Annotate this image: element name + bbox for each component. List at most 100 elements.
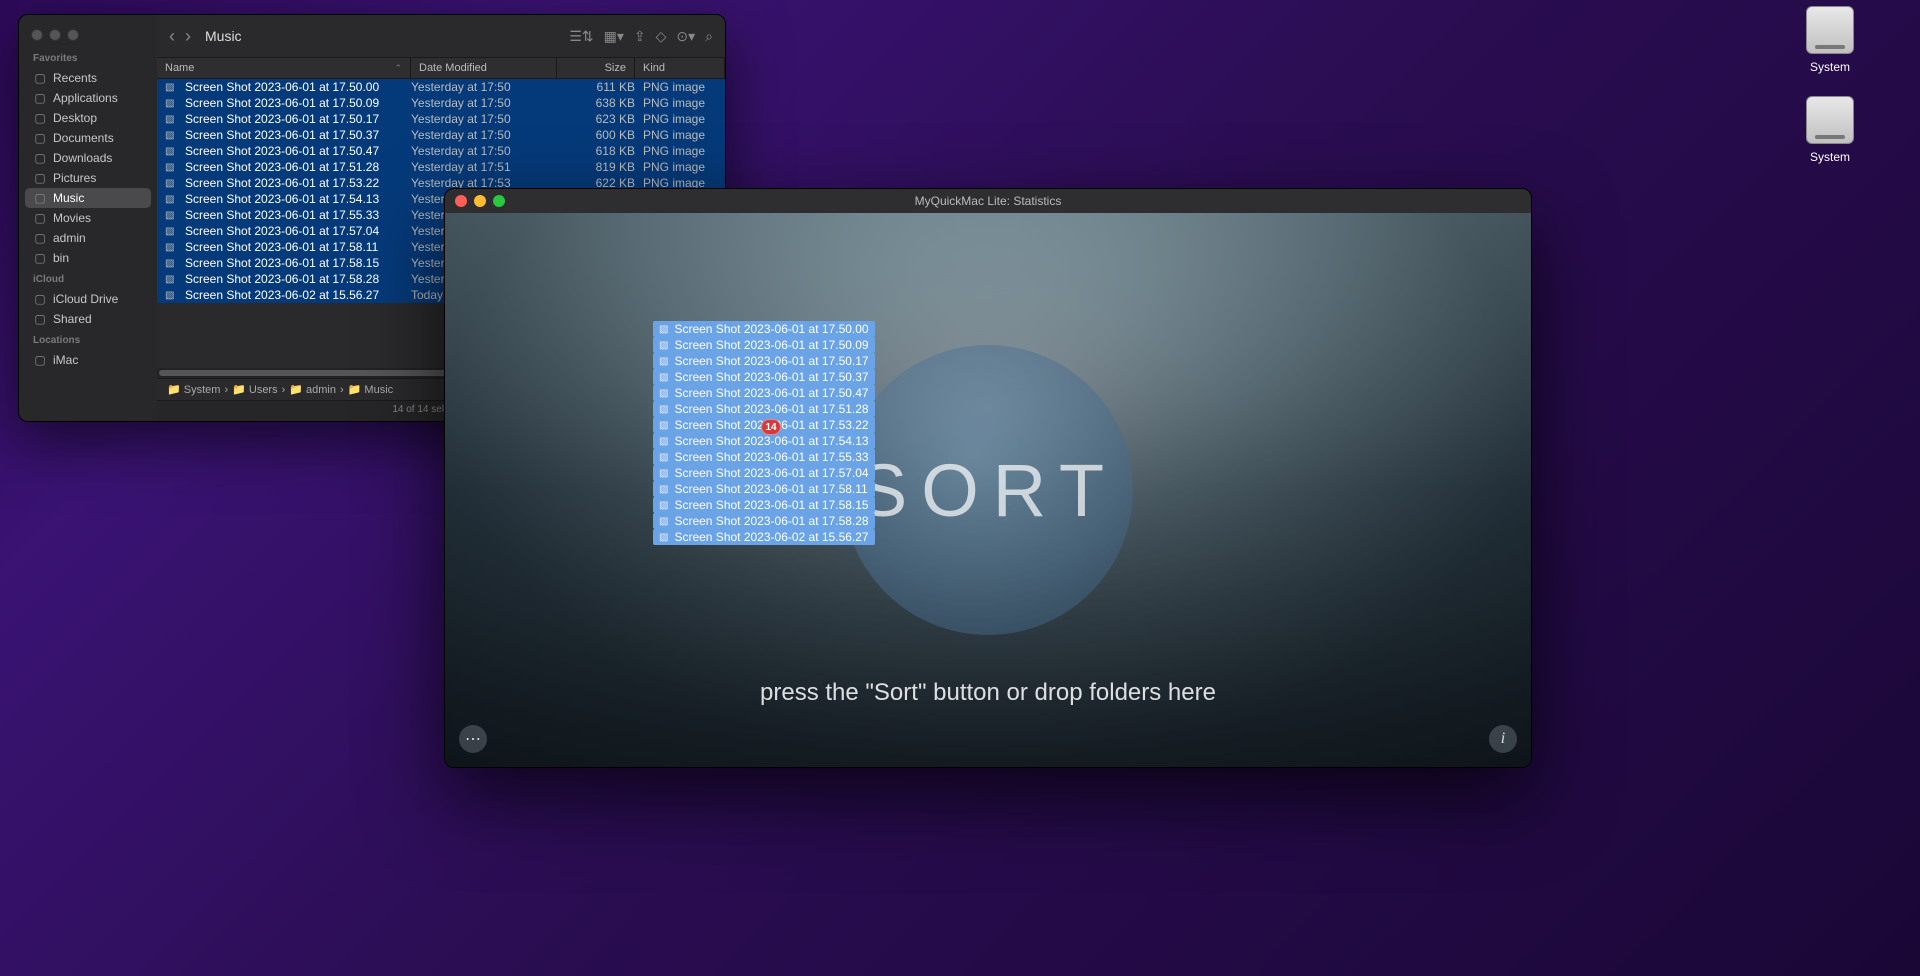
file-name: Screen Shot 2023-06-01 at 17.50.09 <box>185 96 411 110</box>
folder-icon: ▢ <box>33 191 47 205</box>
image-file-icon: ▧ <box>659 340 668 351</box>
file-date: Yesterday at 17:50 <box>411 80 557 94</box>
sidebar-item-music[interactable]: ▢ Music <box>25 188 151 208</box>
sidebar-item-downloads[interactable]: ▢ Downloads <box>25 148 151 168</box>
more-button[interactable]: ⋯ <box>459 725 487 753</box>
file-row[interactable]: ▧Screen Shot 2023-06-01 at 17.51.28Yeste… <box>157 159 725 175</box>
desktop-drive[interactable]: System <box>1800 6 1860 74</box>
view-grid-icon[interactable]: ▦▾ <box>604 28 624 45</box>
folder-icon: ▢ <box>33 171 47 185</box>
sidebar-item-shared[interactable]: ▢Shared <box>25 309 151 329</box>
column-kind[interactable]: Kind <box>635 58 725 78</box>
sidebar-item-label: iCloud Drive <box>53 292 118 306</box>
column-headers: Name⌃ Date Modified Size Kind <box>157 57 725 79</box>
file-kind: PNG image <box>635 80 717 94</box>
sidebar-item-applications[interactable]: ▢Applications <box>25 88 151 108</box>
drag-count-badge: 14 <box>761 419 781 435</box>
search-icon[interactable]: ⌕ <box>705 28 713 45</box>
image-file-icon: ▧ <box>659 420 668 431</box>
drag-item-label: Screen Shot 2023-06-01 at 17.51.28 <box>674 402 868 416</box>
file-row[interactable]: ▧Screen Shot 2023-06-01 at 17.50.47Yeste… <box>157 143 725 159</box>
folder-icon: ▢ <box>33 71 47 85</box>
sidebar-item-bin[interactable]: ▢bin <box>25 248 151 268</box>
folder-icon: ▢ <box>33 211 47 225</box>
desktop-drive[interactable]: System <box>1800 96 1860 164</box>
column-date[interactable]: Date Modified <box>411 58 557 78</box>
sidebar-section-icloud: iCloud <box>25 268 151 289</box>
image-file-icon: ▧ <box>165 162 179 173</box>
image-file-icon: ▧ <box>659 356 668 367</box>
zoom-icon[interactable] <box>493 195 505 207</box>
sidebar-section-locations: Locations <box>25 329 151 350</box>
file-row[interactable]: ▧Screen Shot 2023-06-01 at 17.50.37Yeste… <box>157 127 725 143</box>
breadcrumb-item[interactable]: 📁 System <box>167 383 220 396</box>
minimize-icon[interactable] <box>474 195 486 207</box>
sidebar-item-pictures[interactable]: ▢Pictures <box>25 168 151 188</box>
hard-drive-icon <box>1806 96 1854 144</box>
image-file-icon: ▧ <box>165 290 179 301</box>
file-kind: PNG image <box>635 144 717 158</box>
file-kind: PNG image <box>635 160 717 174</box>
breadcrumb-item[interactable]: 📁 Music <box>348 383 393 396</box>
drive-label: System <box>1800 60 1860 74</box>
sidebar-item-label: Music <box>53 191 84 205</box>
view-list-icon[interactable]: ☰⇅ <box>569 28 593 45</box>
drag-item-label: Screen Shot 2023-06-01 at 17.50.17 <box>674 354 868 368</box>
tags-icon[interactable]: ◇ <box>656 28 667 45</box>
drag-preview-item: ▧Screen Shot 2023-06-01 at 17.50.37 <box>653 369 875 385</box>
info-button[interactable]: i <box>1489 725 1517 753</box>
column-name[interactable]: Name⌃ <box>157 58 411 78</box>
drag-preview-item: ▧Screen Shot 2023-06-01 at 17.54.13 <box>653 433 875 449</box>
sidebar-item-imac[interactable]: ▢iMac <box>25 350 151 370</box>
sidebar-item-documents[interactable]: ▢Documents <box>25 128 151 148</box>
zoom-icon[interactable] <box>67 29 79 41</box>
file-name: Screen Shot 2023-06-01 at 17.50.47 <box>185 144 411 158</box>
image-file-icon: ▧ <box>659 436 668 447</box>
close-icon[interactable] <box>31 29 43 41</box>
image-file-icon: ▧ <box>165 226 179 237</box>
image-file-icon: ▧ <box>659 372 668 383</box>
image-file-icon: ▧ <box>165 258 179 269</box>
image-file-icon: ▧ <box>165 98 179 109</box>
breadcrumb-item[interactable]: 📁 Users <box>232 383 277 396</box>
forward-button[interactable]: › <box>185 26 191 47</box>
sidebar-item-recents[interactable]: ▢Recents <box>25 68 151 88</box>
folder-icon: 📁 <box>348 384 362 396</box>
finder-toolbar: ‹ › Music ☰⇅ ▦▾ ⇪ ◇ ⊙▾ ⌕ <box>157 15 725 57</box>
sort-button[interactable]: SORT <box>843 345 1133 635</box>
app-drop-zone[interactable]: SORT press the "Sort" button or drop fol… <box>445 213 1531 767</box>
finder-sidebar: Favorites ▢Recents▢Applications▢Desktop▢… <box>19 15 157 421</box>
column-size[interactable]: Size <box>557 58 635 78</box>
sidebar-item-label: Shared <box>53 312 92 326</box>
sidebar-item-label: Desktop <box>53 111 97 125</box>
folder-icon: ▢ <box>33 151 47 165</box>
actions-icon[interactable]: ⊙▾ <box>676 28 695 45</box>
drag-item-label: Screen Shot 2023-06-01 at 17.58.15 <box>674 498 868 512</box>
folder-icon: ▢ <box>33 231 47 245</box>
drag-preview-item: ▧Screen Shot 2023-06-01 at 17.50.47 <box>653 385 875 401</box>
drag-item-label: Screen Shot 2023-06-01 at 17.50.00 <box>674 322 868 336</box>
minimize-icon[interactable] <box>49 29 61 41</box>
image-file-icon: ▧ <box>165 130 179 141</box>
sidebar-item-movies[interactable]: ▢ Movies <box>25 208 151 228</box>
file-name: Screen Shot 2023-06-01 at 17.54.13 <box>185 192 411 206</box>
sidebar-item-icloud-drive[interactable]: ▢iCloud Drive <box>25 289 151 309</box>
share-icon[interactable]: ⇪ <box>634 28 646 45</box>
drag-preview-item: ▧Screen Shot 2023-06-01 at 17.58.11 <box>653 481 875 497</box>
close-icon[interactable] <box>455 195 467 207</box>
drag-preview-item: ▧Screen Shot 2023-06-01 at 17.50.09 <box>653 337 875 353</box>
breadcrumb-item[interactable]: 📁 admin <box>289 383 336 396</box>
file-row[interactable]: ▧Screen Shot 2023-06-01 at 17.50.17Yeste… <box>157 111 725 127</box>
back-button[interactable]: ‹ <box>169 26 175 47</box>
drag-preview-item: ▧ Screen Shot 2023-06-01 at 17.50.17 <box>653 353 875 369</box>
sidebar-item-label: Downloads <box>53 151 112 165</box>
drag-preview-item: ▧Screen Shot 2023-06-01 at 17.58.15 <box>653 497 875 513</box>
hint-text: press the "Sort" button or drop folders … <box>445 679 1531 707</box>
file-row[interactable]: ▧Screen Shot 2023-06-01 at 17.50.00Yeste… <box>157 79 725 95</box>
file-row[interactable]: ▧Screen Shot 2023-06-01 at 17.50.09Yeste… <box>157 95 725 111</box>
file-kind: PNG image <box>635 112 717 126</box>
sidebar-item-desktop[interactable]: ▢Desktop <box>25 108 151 128</box>
sidebar-item-label: Movies <box>53 211 91 225</box>
sidebar-item-admin[interactable]: ▢admin <box>25 228 151 248</box>
folder-icon: 📁 <box>167 384 181 396</box>
